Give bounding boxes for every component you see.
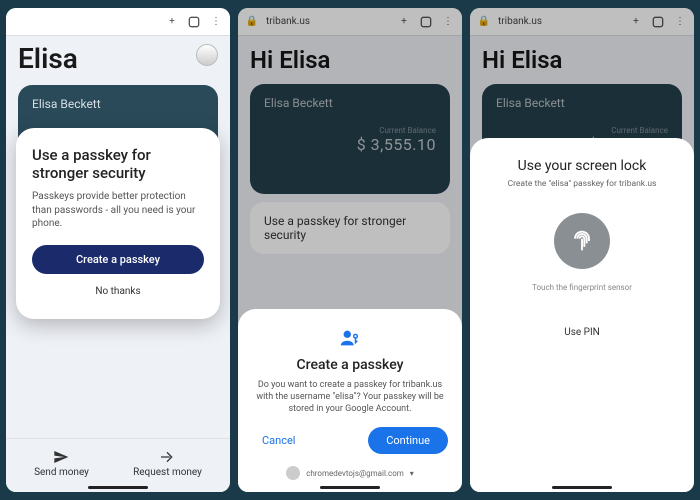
create-passkey-sheet: Create a passkey Do you want to create a… xyxy=(238,309,462,492)
continue-button[interactable]: Continue xyxy=(368,427,448,454)
more-icon[interactable]: ⋮ xyxy=(208,14,224,30)
prompt-body: Passkeys provide better protection than … xyxy=(32,190,204,231)
avatar[interactable] xyxy=(196,44,218,66)
sheet-body: Do you want to create a passkey for trib… xyxy=(252,379,448,415)
send-label: Send money xyxy=(34,467,89,478)
account-email: chromedevtojs@gmail.com xyxy=(306,469,404,478)
use-pin-button[interactable]: Use PIN xyxy=(562,321,602,344)
phone-screen-2: 🔒 tribank.us + ⋮ Hi Elisa Elisa Beckett … xyxy=(238,8,462,492)
bottom-actions: Send money Request money xyxy=(6,438,230,492)
cancel-button[interactable]: Cancel xyxy=(252,428,305,453)
account-avatar xyxy=(286,466,300,480)
request-money-button[interactable]: Request money xyxy=(133,449,202,478)
send-money-button[interactable]: Send money xyxy=(34,449,89,478)
send-icon xyxy=(53,449,69,465)
no-thanks-button[interactable]: No thanks xyxy=(32,278,204,305)
fingerprint-button[interactable] xyxy=(554,213,610,269)
tabs-icon[interactable] xyxy=(186,14,202,30)
prompt-title: Use a passkey for stronger security xyxy=(32,146,204,182)
lock-body: Create the "elisa" passkey for tribank.u… xyxy=(484,179,680,189)
screen-lock-sheet: Use your screen lock Create the "elisa" … xyxy=(470,138,694,492)
home-indicator[interactable] xyxy=(320,486,380,489)
request-label: Request money xyxy=(133,467,202,478)
home-indicator[interactable] xyxy=(88,486,148,489)
create-passkey-button[interactable]: Create a passkey xyxy=(32,245,204,274)
phone-screen-1: + ⋮ Elisa Elisa Beckett $ 10,589.45 Goal… xyxy=(6,8,230,492)
chevron-down-icon: ▾ xyxy=(410,469,414,478)
fingerprint-icon xyxy=(568,227,596,255)
touch-hint: Touch the fingerprint sensor xyxy=(484,283,680,292)
lock-title: Use your screen lock xyxy=(484,158,680,174)
greeting: Elisa xyxy=(18,42,218,75)
sheet-title: Create a passkey xyxy=(252,357,448,373)
passkey-icon xyxy=(339,327,361,349)
phone-screen-3: 🔒 tribank.us + ⋮ Hi Elisa Elisa Beckett … xyxy=(470,8,694,492)
passkey-prompt-card: Use a passkey for stronger security Pass… xyxy=(16,128,220,319)
account-holder: Elisa Beckett xyxy=(32,97,204,111)
request-icon xyxy=(159,449,175,465)
new-tab-icon[interactable]: + xyxy=(164,14,180,30)
home-indicator[interactable] xyxy=(552,486,612,489)
address-bar: + ⋮ xyxy=(6,8,230,36)
account-row[interactable]: chromedevtojs@gmail.com ▾ xyxy=(252,466,448,480)
